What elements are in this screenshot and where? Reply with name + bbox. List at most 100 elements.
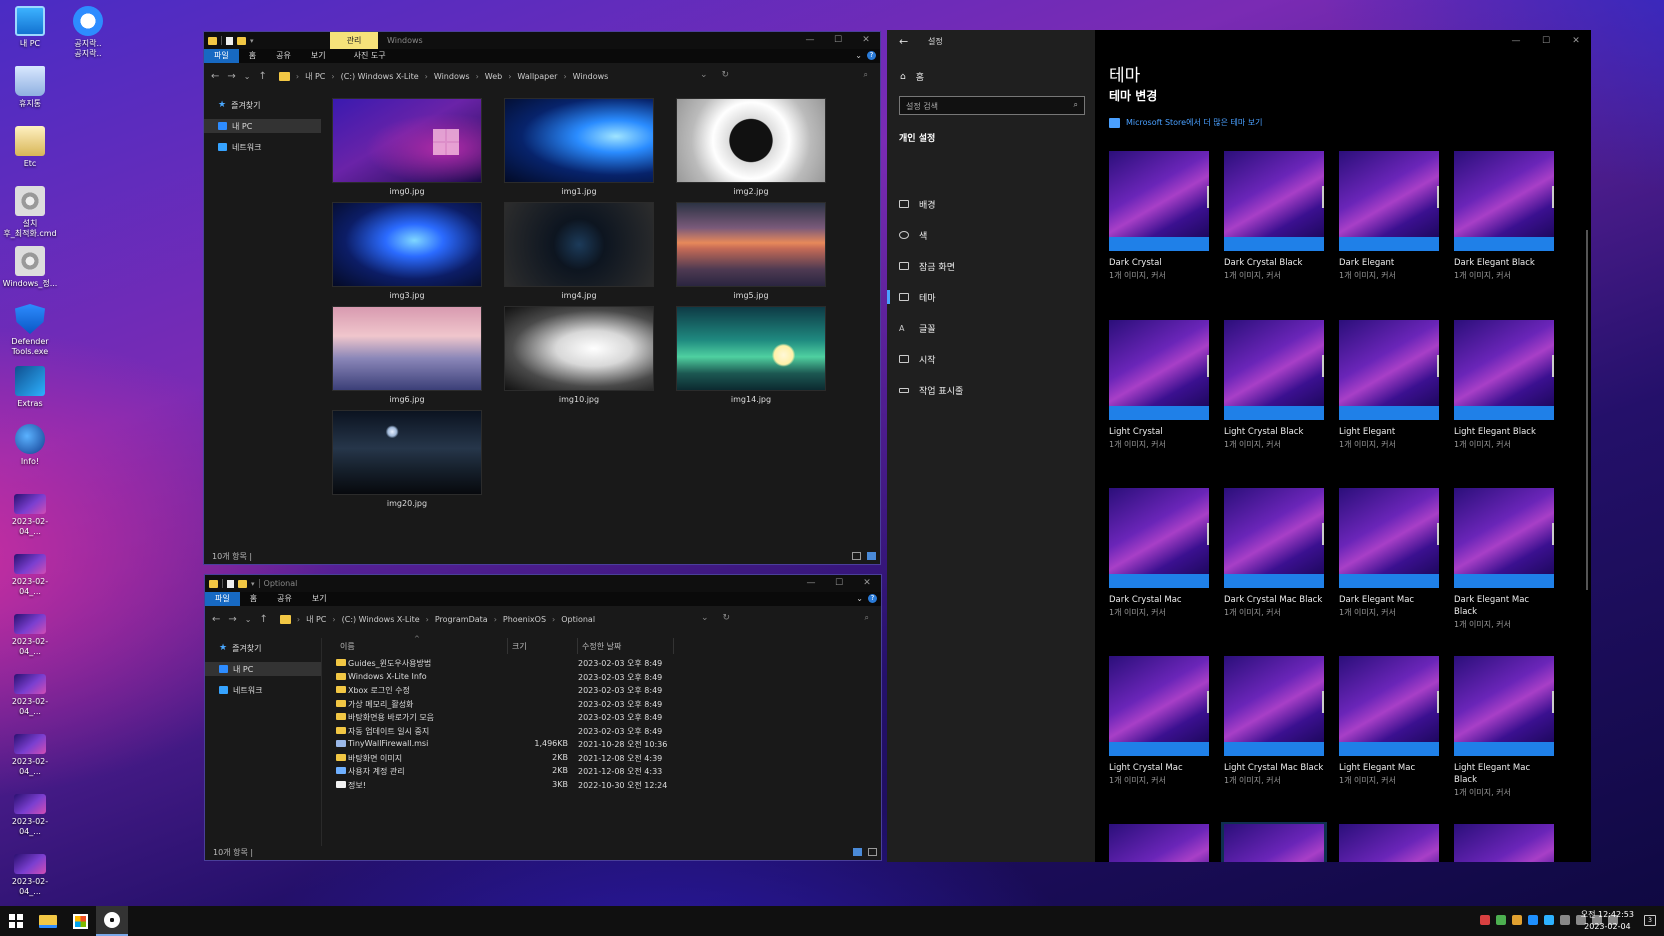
theme-card[interactable]: Light Crystal Mac 1개 이미지, 커서	[1109, 656, 1209, 786]
crumb-drive[interactable]: (C:) Windows X-Lite	[341, 72, 419, 81]
scrollbar[interactable]	[1586, 230, 1588, 590]
details-view-button[interactable]	[853, 848, 862, 856]
theme-card[interactable]: Dark Crystal Mac 1개 이미지, 커서	[1109, 488, 1209, 618]
folder-icon[interactable]	[209, 579, 218, 588]
crumb-my-pc[interactable]: 내 PC	[305, 71, 325, 82]
expand-ribbon-icon[interactable]: ⌄	[855, 51, 862, 60]
antivirus-icon[interactable]	[1480, 915, 1490, 925]
help-icon[interactable]: ?	[868, 594, 877, 603]
theme-card[interactable]: Dark Crystal Mac Black 1개 이미지, 커서	[1224, 488, 1324, 618]
refresh-icon[interactable]: ↻	[722, 70, 730, 80]
folder-icon[interactable]	[208, 36, 217, 45]
nav-start[interactable]: 시작	[887, 344, 1095, 374]
notification-center-button[interactable]: 3	[1644, 915, 1656, 926]
taskbar-store[interactable]	[64, 906, 96, 936]
nav-network[interactable]: 네트워크	[204, 140, 321, 154]
file-thumbnail[interactable]: img20.jpg	[332, 410, 482, 508]
nav-fonts[interactable]: A 글꼴	[887, 313, 1095, 343]
nav-taskbar[interactable]: 작업 표시줄	[887, 375, 1095, 405]
minimize-button[interactable]: —	[797, 575, 825, 592]
clock[interactable]: 오전 12:42:53 2023-02-04	[1581, 909, 1634, 933]
theme-card[interactable]: Light Elegant Mac 1개 이미지, 커서	[1339, 656, 1439, 786]
tray-app-icon[interactable]	[1544, 915, 1554, 925]
theme-card[interactable]: Dark Crystal Black 1개 이미지, 커서	[1224, 151, 1324, 281]
theme-card[interactable]: Dark Crystal 1개 이미지, 커서	[1109, 151, 1209, 281]
forward-arrow-icon[interactable]: →	[228, 614, 236, 625]
tab-manage-context[interactable]: 관리	[330, 32, 378, 49]
file-thumbnail[interactable]: img5.jpg	[676, 202, 826, 300]
close-button[interactable]: ✕	[1561, 30, 1591, 52]
table-row[interactable]: 가상 메모리_활성화 2023-02-03 오후 8:49	[336, 697, 676, 710]
crumb-drive[interactable]: (C:) Windows X-Lite	[342, 615, 420, 624]
desktop-icon-windows-script[interactable]: Windows_정...	[2, 246, 58, 289]
tray-app-icon[interactable]	[1512, 915, 1522, 925]
maximize-button[interactable]: ☐	[1531, 30, 1561, 52]
properties-icon[interactable]	[227, 579, 234, 588]
theme-card[interactable]: Dark Elegant Mac Black 1개 이미지, 커서	[1454, 488, 1554, 630]
search-icon[interactable]: ⌕	[864, 70, 868, 80]
nav-network[interactable]: 네트워크	[205, 683, 321, 697]
recent-locations-icon[interactable]: ⌄	[245, 615, 252, 624]
table-row[interactable]: Guides_윈도우사용방법 2023-02-03 오후 8:49	[336, 656, 676, 669]
maximize-button[interactable]: ☐	[824, 32, 852, 49]
theme-card[interactable]: Light Elegant Mac Black 1개 이미지, 커서	[1454, 656, 1554, 798]
crumb-optional[interactable]: Optional	[561, 615, 595, 624]
close-button[interactable]: ✕	[853, 575, 881, 592]
desktop-icon-my-pc[interactable]: 내 PC	[2, 6, 58, 49]
crumb-phoenixos[interactable]: PhoenixOS	[503, 615, 546, 624]
nav-home[interactable]: ⌂ 홈	[900, 70, 924, 84]
crumb-programdata[interactable]: ProgramData	[435, 615, 488, 624]
column-header-date[interactable]: 수정한 날짜	[582, 638, 674, 654]
theme-card[interactable]	[1454, 824, 1554, 862]
tray-app-icon[interactable]	[1496, 915, 1506, 925]
crumb-web[interactable]: Web	[485, 72, 502, 81]
details-view-button[interactable]	[852, 552, 861, 560]
help-icon[interactable]: ?	[867, 51, 876, 60]
up-arrow-icon[interactable]: ↑	[259, 614, 267, 625]
tab-share[interactable]: 공유	[266, 49, 301, 63]
table-row[interactable]: 사용자 계정 관리 2KB 2021-12-08 오전 4:33	[336, 764, 676, 777]
nav-themes[interactable]: 테마	[887, 282, 1095, 312]
table-row[interactable]: 자동 업데이트 일시 중지 2023-02-03 오후 8:49	[336, 724, 676, 737]
address-dropdown-icon[interactable]: ⌄	[700, 70, 708, 80]
tab-view[interactable]: 보기	[302, 592, 337, 606]
store-link[interactable]: Microsoft Store에서 더 많은 테마 보기	[1109, 117, 1263, 128]
nav-my-pc[interactable]: 내 PC	[204, 119, 321, 133]
tab-file[interactable]: 파일	[205, 592, 240, 606]
theme-card[interactable]: Light Crystal Black 1개 이미지, 커서	[1224, 320, 1324, 450]
forward-arrow-icon[interactable]: →	[227, 71, 235, 82]
theme-card[interactable]: Light Crystal 1개 이미지, 커서	[1109, 320, 1209, 450]
close-button[interactable]: ✕	[852, 32, 880, 49]
column-header-name[interactable]: 이름	[340, 638, 508, 654]
file-thumbnail[interactable]: img0.jpg	[332, 98, 482, 196]
nav-color[interactable]: 색	[887, 220, 1095, 250]
desktop-icon-screenshot[interactable]: 2023-02-04_...	[2, 730, 58, 777]
desktop-icon-screenshot[interactable]: 2023-02-04_...	[2, 610, 58, 657]
minimize-button[interactable]: —	[1501, 30, 1531, 52]
theme-card[interactable]: Dark Elegant Black 1개 이미지, 커서	[1454, 151, 1554, 281]
nav-my-pc[interactable]: 내 PC	[205, 662, 321, 676]
back-arrow-icon[interactable]: ←	[899, 35, 908, 48]
minimize-button[interactable]: —	[796, 32, 824, 49]
network-icon[interactable]	[1560, 915, 1570, 925]
back-arrow-icon[interactable]: ←	[212, 614, 220, 625]
desktop-icon-info[interactable]: Info!	[2, 424, 58, 467]
theme-card[interactable]	[1339, 824, 1439, 862]
file-thumbnail[interactable]: img1.jpg	[504, 98, 654, 196]
tab-home[interactable]: 홈	[240, 592, 267, 606]
tab-picture-tools[interactable]: 사진 도구	[344, 49, 396, 63]
desktop-icon-screenshot[interactable]: 2023-02-04_...	[2, 490, 58, 537]
back-arrow-icon[interactable]: ←	[211, 71, 219, 82]
theme-card[interactable]: Light Crystal Mac Black 1개 이미지, 커서	[1224, 656, 1324, 786]
table-row[interactable]: 정보! 3KB 2022-10-30 오전 12:24	[336, 778, 676, 791]
title-bar[interactable]: ▾ Optional — ☐ ✕	[205, 575, 881, 592]
taskbar-file-explorer[interactable]	[32, 906, 64, 936]
crumb-my-pc[interactable]: 내 PC	[306, 614, 326, 625]
tab-home[interactable]: 홈	[239, 49, 266, 63]
desktop-icon-optimize-cmd[interactable]: 설치 후_최적화.cmd	[2, 186, 58, 239]
desktop-icon-extras[interactable]: Extras	[2, 366, 58, 409]
theme-card[interactable]: Light Elegant 1개 이미지, 커서	[1339, 320, 1439, 450]
file-thumbnail[interactable]: img14.jpg	[676, 306, 826, 404]
settings-search-input[interactable]: 설정 검색 ⌕	[899, 96, 1085, 115]
recent-locations-icon[interactable]: ⌄	[244, 72, 251, 81]
